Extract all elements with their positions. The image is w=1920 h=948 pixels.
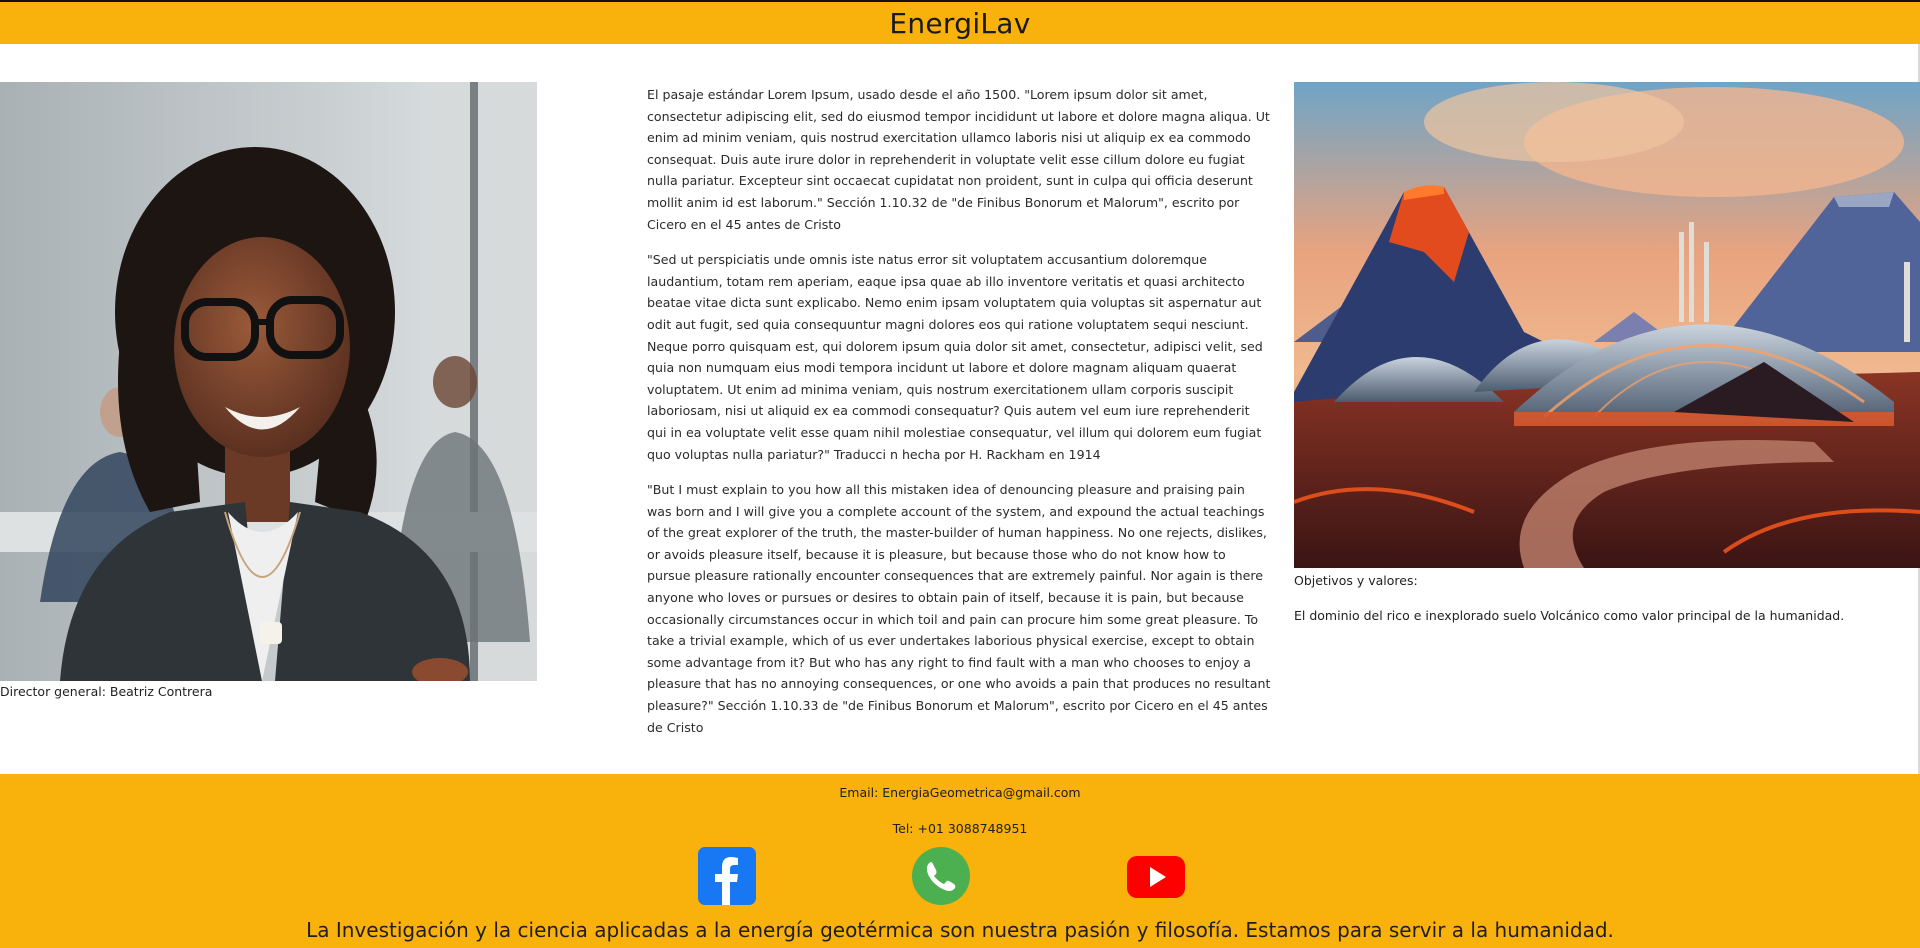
values-title: Objetivos y valores: <box>1294 573 1418 588</box>
footer-phone[interactable]: Tel: +01 3088748951 <box>0 821 1920 836</box>
footer-email[interactable]: Email: EnergiaGeometrica@gmail.com <box>0 785 1920 800</box>
article-paragraph-2: "Sed ut perspiciatis unde omnis iste nat… <box>647 252 1263 462</box>
facebook-icon <box>698 847 756 905</box>
youtube-link[interactable] <box>1126 846 1186 906</box>
director-caption: Director general: Beatriz Contrera <box>0 684 213 699</box>
site-title: EnergiLav <box>889 6 1031 40</box>
facebook-link[interactable] <box>697 846 757 906</box>
whatsapp-icon <box>912 847 970 905</box>
article-paragraph-3: "But I must explain to you how all this … <box>647 482 1271 735</box>
whatsapp-link[interactable] <box>911 846 971 906</box>
director-photo <box>0 82 537 681</box>
footer-slogan: La Investigación y la ciencia aplicadas … <box>306 918 1614 942</box>
values-text: El dominio del rico e inexplorado suelo … <box>1294 608 1845 623</box>
site-header: EnergiLav <box>0 2 1920 44</box>
article-body: El pasaje estándar Lorem Ipsum, usado de… <box>647 84 1271 752</box>
site-footer: Email: EnergiaGeometrica@gmail.com Tel: … <box>0 774 1920 948</box>
article-paragraph-1: El pasaje estándar Lorem Ipsum, usado de… <box>647 87 1270 232</box>
youtube-icon <box>1127 856 1185 898</box>
geothermal-illustration <box>1294 82 1920 568</box>
